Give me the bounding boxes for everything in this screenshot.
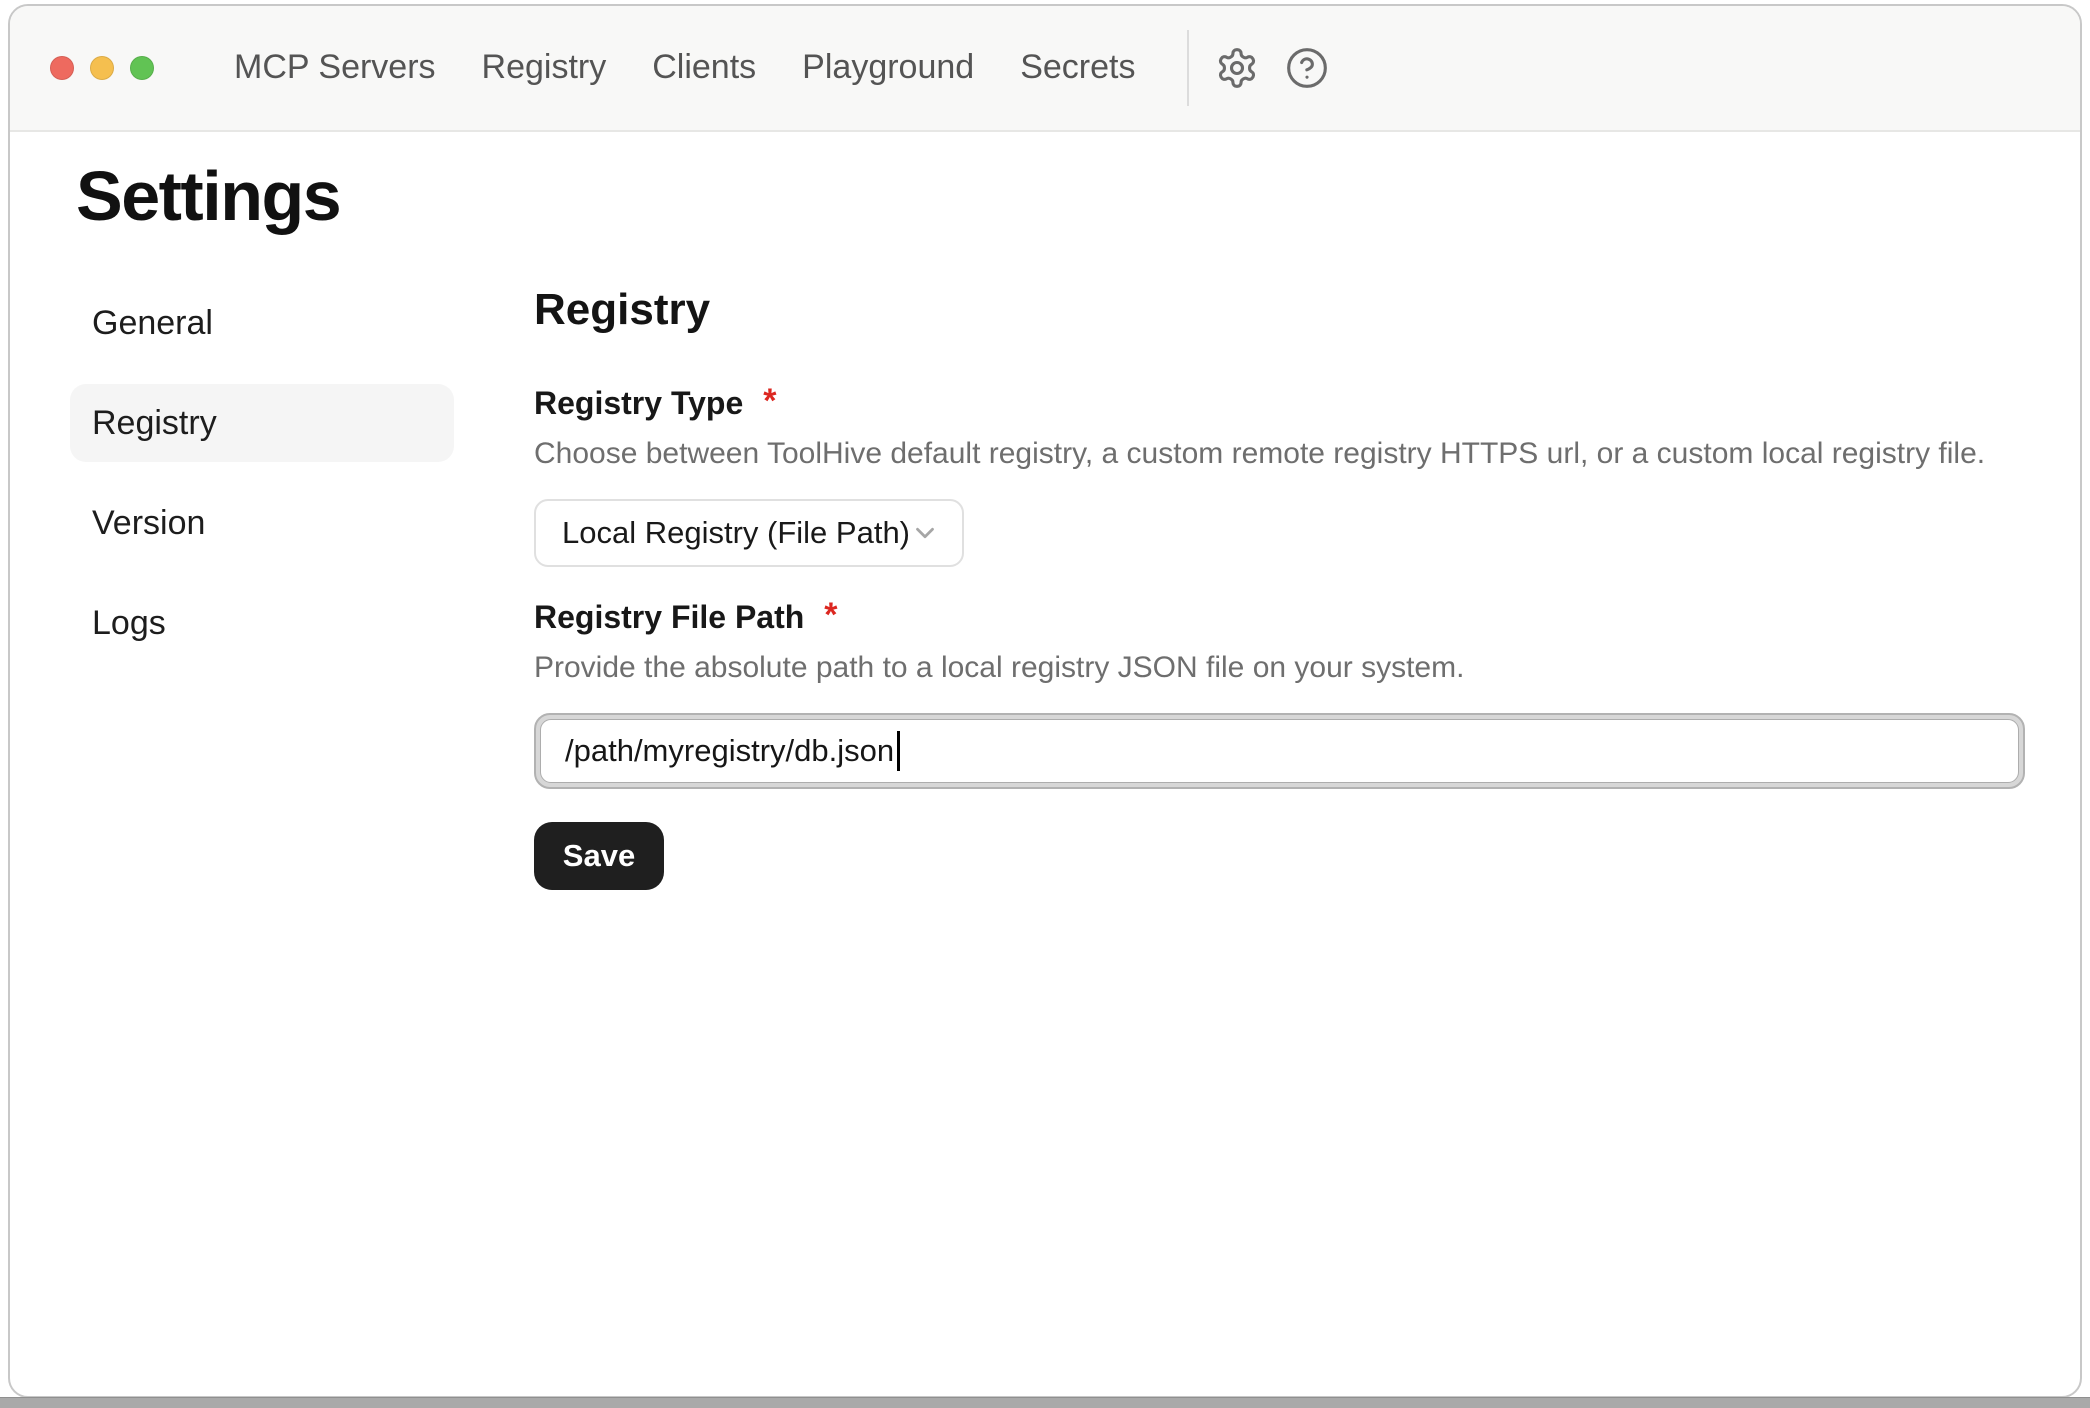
nav-item-playground[interactable]: Playground — [802, 49, 974, 86]
registry-type-selected-value: Local Registry (File Path) — [562, 515, 910, 551]
section-heading: Registry — [534, 284, 2025, 337]
titlebar-divider — [1187, 30, 1189, 106]
registry-type-label: Registry Type — [534, 383, 743, 423]
registry-settings-panel: Registry Registry Type * Choose between … — [534, 284, 2025, 890]
registry-file-path-label: Registry File Path — [534, 597, 804, 637]
gear-icon[interactable] — [1215, 46, 1259, 90]
nav-item-secrets[interactable]: Secrets — [1020, 49, 1135, 86]
titlebar-icons — [1215, 46, 1329, 90]
minimize-window-button[interactable] — [90, 56, 114, 80]
required-asterisk: * — [824, 597, 837, 633]
zoom-window-button[interactable] — [130, 56, 154, 80]
close-window-button[interactable] — [50, 56, 74, 80]
nav-item-clients[interactable]: Clients — [652, 49, 756, 86]
save-button[interactable]: Save — [534, 822, 664, 890]
registry-type-label-row: Registry Type * — [534, 383, 2025, 423]
registry-type-select[interactable]: Local Registry (File Path) — [534, 499, 964, 567]
page-title: Settings — [76, 154, 2080, 238]
registry-file-path-input[interactable]: /path/myregistry/db.json — [540, 719, 2019, 783]
app-window: MCP Servers Registry Clients Playground … — [8, 4, 2082, 1398]
help-icon[interactable] — [1285, 46, 1329, 90]
settings-page: Settings General Registry Version Logs R… — [10, 132, 2080, 890]
text-caret — [897, 731, 900, 771]
registry-file-path-label-row: Registry File Path * — [534, 597, 2025, 637]
screen-bottom-strip — [0, 1397, 2090, 1408]
registry-file-path-help-text: Provide the absolute path to a local reg… — [534, 649, 2025, 687]
sidebar-item-general[interactable]: General — [70, 284, 454, 362]
registry-type-help-text: Choose between ToolHive default registry… — [534, 435, 2025, 473]
nav-item-mcp-servers[interactable]: MCP Servers — [234, 49, 436, 86]
chevron-down-icon — [910, 518, 940, 548]
sidebar-item-logs[interactable]: Logs — [70, 584, 454, 662]
nav-item-registry[interactable]: Registry — [482, 49, 607, 86]
registry-file-path-input-focus-ring: /path/myregistry/db.json — [534, 713, 2025, 789]
traffic-lights — [50, 56, 154, 80]
required-asterisk: * — [763, 383, 776, 419]
registry-file-path-value: /path/myregistry/db.json — [565, 733, 894, 769]
main-nav: MCP Servers Registry Clients Playground … — [234, 49, 1135, 86]
sidebar-item-version[interactable]: Version — [70, 484, 454, 562]
sidebar-item-registry[interactable]: Registry — [70, 384, 454, 462]
settings-sidebar: General Registry Version Logs — [70, 284, 454, 890]
titlebar: MCP Servers Registry Clients Playground … — [10, 6, 2080, 132]
